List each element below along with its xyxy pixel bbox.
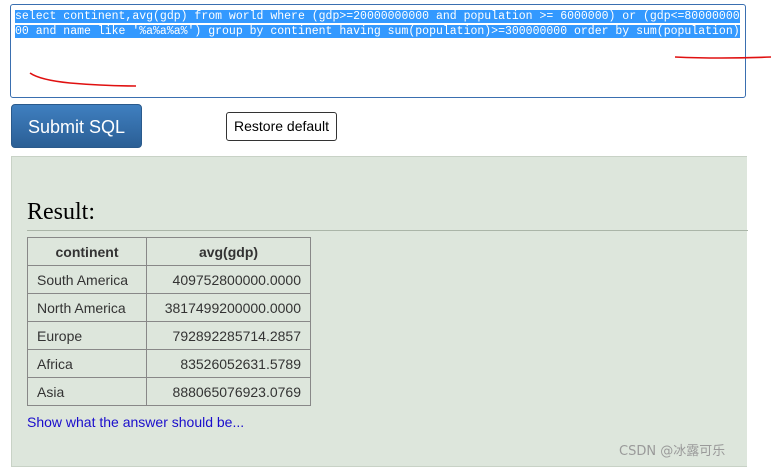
result-table: continent avg(gdp) South America 4097528… xyxy=(27,237,311,406)
sql-selection: select continent,avg(gdp) from world whe… xyxy=(15,10,740,38)
table-row: Africa 83526052631.5789 xyxy=(27,349,311,378)
cell-continent: South America xyxy=(27,265,147,294)
cell-avg-gdp: 83526052631.5789 xyxy=(146,349,311,378)
cell-continent: Asia xyxy=(27,377,147,406)
result-heading: Result: xyxy=(27,199,96,225)
cell-avg-gdp: 3817499200000.0000 xyxy=(146,293,311,322)
column-header-continent: continent xyxy=(27,237,147,266)
cell-avg-gdp: 792892285714.2857 xyxy=(146,321,311,350)
show-answer-link[interactable]: Show what the answer should be... xyxy=(27,414,244,430)
table-row: North America 3817499200000.0000 xyxy=(27,293,311,322)
result-panel: Result: continent avg(gdp) South America… xyxy=(11,156,748,467)
cell-continent: North America xyxy=(27,293,147,322)
cell-avg-gdp: 409752800000.0000 xyxy=(146,265,311,294)
watermark-text: CSDN @冰露可乐 xyxy=(619,444,726,459)
cell-continent: Europe xyxy=(27,321,147,350)
table-row: Europe 792892285714.2857 xyxy=(27,321,311,350)
cell-continent: Africa xyxy=(27,349,147,378)
restore-default-button[interactable]: Restore default xyxy=(226,112,337,141)
sql-editor[interactable]: select continent,avg(gdp) from world whe… xyxy=(10,4,746,98)
column-header-avg-gdp: avg(gdp) xyxy=(146,237,311,266)
result-divider xyxy=(27,230,748,231)
cell-avg-gdp: 888065076923.0769 xyxy=(146,377,311,406)
table-row: South America 409752800000.0000 xyxy=(27,265,311,294)
submit-sql-button[interactable]: Submit SQL xyxy=(11,104,142,148)
sql-query-text[interactable]: select continent,avg(gdp) from world whe… xyxy=(15,9,745,39)
table-header-row: continent avg(gdp) xyxy=(27,237,311,266)
table-row: Asia 888065076923.0769 xyxy=(27,377,311,406)
